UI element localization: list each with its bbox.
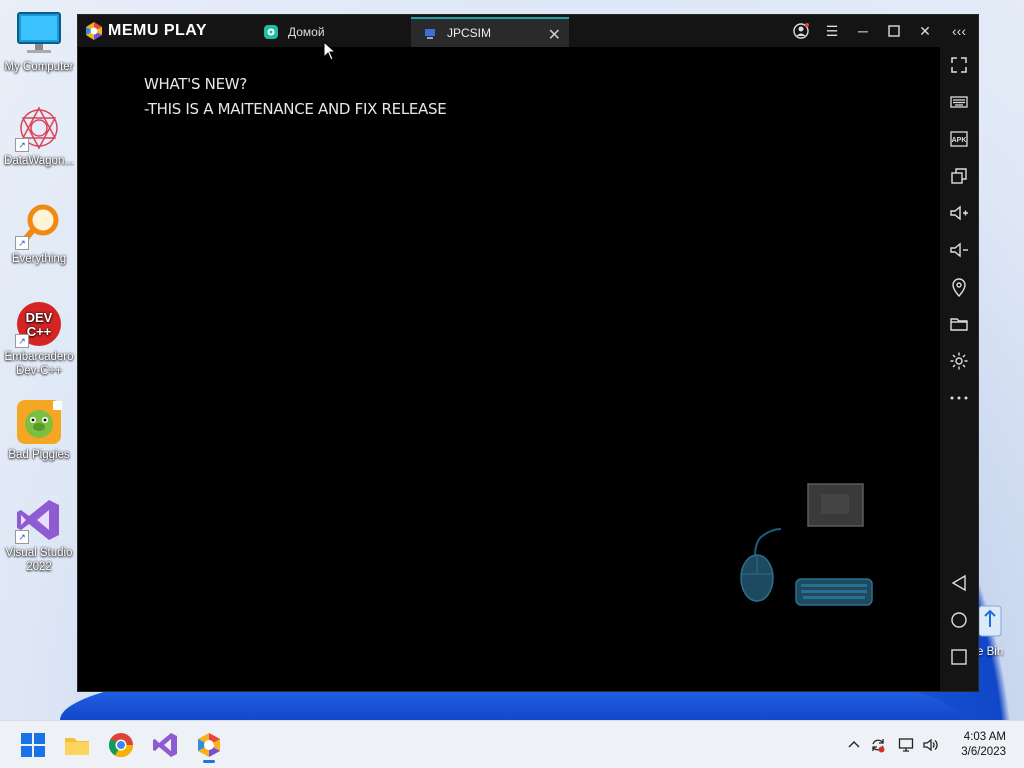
pc-hardware-illustration <box>740 483 873 606</box>
multi-window-icon[interactable] <box>949 166 969 186</box>
whats-new-text: -THIS IS A MAITENANCE AND FIX RELEASE <box>144 100 447 118</box>
desktop-icon-recycle-bin[interactable]: e Bin <box>975 600 1024 660</box>
file-explorer-icon[interactable] <box>63 731 91 759</box>
maximize-icon[interactable] <box>885 22 903 40</box>
keyboard-icon[interactable] <box>949 92 969 112</box>
desktop-icon-label: My Computer <box>4 61 74 73</box>
visual-studio-icon: ↗ <box>15 496 63 544</box>
title-bar[interactable]: MEMU PLAY Домой JPCSIM ✕ ☰ ─ ✕ ‹‹‹ <box>78 15 978 47</box>
more-icon[interactable] <box>949 388 969 408</box>
memu-window[interactable]: MEMU PLAY Домой JPCSIM ✕ ☰ ─ ✕ ‹‹‹ WHAT'… <box>77 14 979 692</box>
taskbar: 4:03 AM 3/6/2023 <box>0 720 1024 768</box>
clock-date: 3/6/2023 <box>961 746 1006 758</box>
clock-time: 4:03 AM <box>963 731 1006 743</box>
home-tab-icon <box>264 25 278 39</box>
collapse-sidebar-icon[interactable]: ‹‹‹ <box>950 22 968 40</box>
network-icon[interactable] <box>898 737 914 753</box>
back-icon[interactable] <box>949 573 969 593</box>
account-icon[interactable] <box>792 22 810 40</box>
desktop-icon-datawagon[interactable]: ↗ DataWagon... <box>1 104 77 168</box>
visual-studio-taskbar-icon[interactable] <box>151 731 179 759</box>
volume-up-icon[interactable] <box>949 203 969 223</box>
settings-icon[interactable] <box>949 351 969 371</box>
recycle-bin-label: e Bin <box>977 646 1004 658</box>
apk-icon[interactable]: APK <box>949 129 969 149</box>
bad-piggies-icon <box>15 398 63 446</box>
emulator-screen[interactable]: WHAT'S NEW? -THIS IS A MAITENANCE AND FI… <box>78 47 940 691</box>
sync-icon[interactable] <box>870 737 886 753</box>
fullscreen-icon[interactable] <box>949 55 969 75</box>
folder-icon[interactable] <box>949 314 969 334</box>
desktop-icon-label: DataWagon... <box>4 155 74 167</box>
devcpp-icon: DEV C++ ↗ <box>15 300 63 348</box>
datawagon-icon: ↗ <box>15 104 63 152</box>
close-window-icon[interactable]: ✕ <box>916 22 934 40</box>
close-tab-icon[interactable]: ✕ <box>548 25 561 45</box>
memu-taskbar-icon[interactable] <box>195 731 223 763</box>
memu-logo-icon <box>86 22 102 40</box>
tab-jpcsim-label: JPCSIM <box>447 26 492 40</box>
desktop-icon-bad-piggies[interactable]: Bad Piggies <box>1 398 77 462</box>
chrome-icon[interactable] <box>107 731 135 759</box>
desktop-icon-label-line2: Dev-C++ <box>15 365 63 377</box>
memu-brand-text: MEMU PLAY <box>108 22 208 39</box>
jpcsim-tab-icon <box>425 29 435 39</box>
desktop-icon-label-line2: 2022 <box>26 561 52 573</box>
home-icon[interactable] <box>949 610 969 630</box>
whats-new-heading: WHAT'S NEW? <box>144 75 247 93</box>
desktop-icon-label-line1: Visual Studio <box>5 547 73 559</box>
monitor-icon <box>15 10 63 58</box>
svg-text:DEV: DEV <box>26 310 53 325</box>
desktop-icon-my-computer[interactable]: My Computer <box>1 10 77 74</box>
desktop-icon-devcpp[interactable]: DEV C++ ↗ Embarcadero Dev-C++ <box>1 300 77 378</box>
recycle-bin-icon <box>978 605 1002 637</box>
start-icon[interactable] <box>19 731 47 759</box>
chevron-up-icon[interactable] <box>846 737 862 753</box>
volume-down-icon[interactable] <box>949 240 969 260</box>
desktop-icon-visual-studio[interactable]: ↗ Visual Studio 2022 <box>1 496 77 574</box>
recents-icon[interactable] <box>949 647 969 667</box>
minimize-icon[interactable]: ─ <box>854 22 872 40</box>
memu-logo: MEMU PLAY <box>84 21 207 41</box>
svg-text:C++: C++ <box>27 324 52 339</box>
desktop-icon-everything[interactable]: ↗ Everything <box>1 202 77 266</box>
taskbar-clock[interactable]: 4:03 AM 3/6/2023 <box>961 730 1006 760</box>
magnifier-icon: ↗ <box>15 202 63 250</box>
svg-text:APK: APK <box>952 137 967 144</box>
desktop-icon-label: Everything <box>11 253 67 265</box>
volume-icon[interactable] <box>922 737 938 753</box>
tab-jpcsim[interactable]: JPCSIM ✕ <box>411 17 569 47</box>
desktop-icon-label: Bad Piggies <box>8 449 70 461</box>
tab-home-label: Домой <box>288 25 325 39</box>
mouse-cursor-icon <box>323 41 337 61</box>
menu-icon[interactable]: ☰ <box>823 22 841 40</box>
emulator-sidebar: APK <box>940 47 978 691</box>
desktop-icon-label-line1: Embarcadero <box>4 351 74 363</box>
location-icon[interactable] <box>949 277 969 298</box>
